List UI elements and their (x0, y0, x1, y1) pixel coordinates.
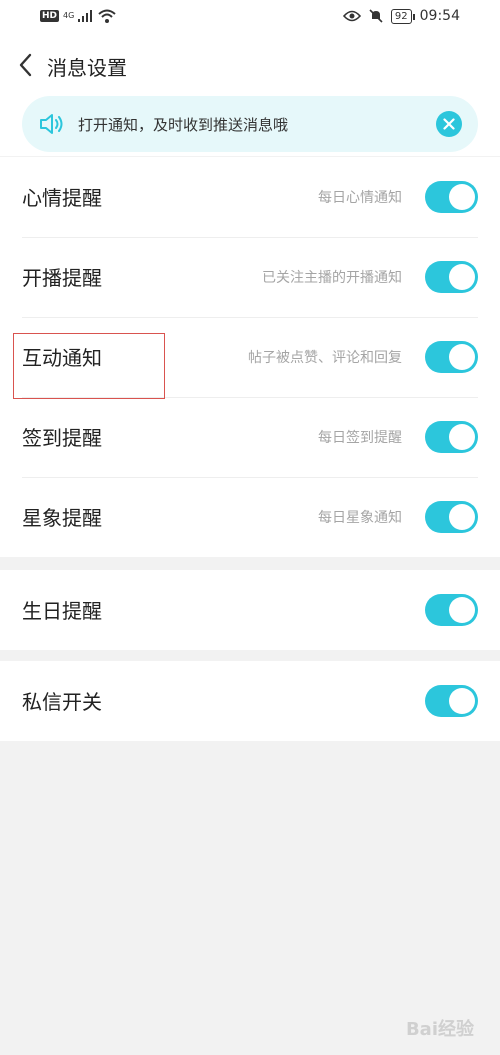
speaker-icon (40, 114, 63, 134)
setting-title: 签到提醒 (22, 426, 102, 450)
close-icon (443, 118, 455, 130)
setting-description: 每日签到提醒 (318, 430, 402, 446)
setting-description: 帖子被点赞、评论和回复 (248, 350, 402, 366)
setting-row-checkin[interactable]: 签到提醒 每日签到提醒 (0, 397, 500, 477)
watermark: Bai经验 (405, 1019, 474, 1040)
mute-bell-icon (369, 9, 383, 23)
status-bar: HD 4G 92 09:54 (0, 0, 500, 36)
setting-title: 开播提醒 (22, 266, 102, 290)
setting-title: 生日提醒 (22, 599, 102, 623)
horoscope-reminder-toggle[interactable] (425, 501, 478, 533)
setting-title: 星象提醒 (22, 506, 102, 530)
setting-row-mood[interactable]: 心情提醒 每日心情通知 (0, 157, 500, 237)
mood-reminder-toggle[interactable] (425, 181, 478, 213)
clock: 09:54 (419, 8, 460, 24)
checkin-reminder-toggle[interactable] (425, 421, 478, 453)
settings-group-2: 生日提醒 (0, 570, 500, 650)
toggle-knob (449, 424, 475, 450)
setting-row-birthday[interactable]: 生日提醒 (0, 570, 500, 650)
eye-icon (342, 10, 361, 22)
toggle-knob (449, 688, 475, 714)
page-title: 消息设置 (47, 56, 127, 80)
setting-description: 已关注主播的开播通知 (262, 270, 402, 286)
toggle-knob (449, 344, 475, 370)
hd-badge: HD (40, 10, 60, 22)
banner-container: 打开通知，及时收到推送消息哦 (0, 94, 500, 156)
interaction-notice-toggle[interactable] (425, 341, 478, 373)
setting-row-private-message[interactable]: 私信开关 (0, 661, 500, 741)
setting-title: 心情提醒 (22, 186, 102, 210)
toggle-knob (449, 597, 475, 623)
toggle-knob (449, 504, 475, 530)
signal-icon (78, 10, 93, 22)
toggle-knob (449, 184, 475, 210)
highlight-box (13, 333, 165, 399)
birthday-reminder-toggle[interactable] (425, 594, 478, 626)
wifi-icon (98, 9, 116, 23)
toggle-knob (449, 264, 475, 290)
settings-group-3: 私信开关 (0, 661, 500, 741)
banner-text: 打开通知，及时收到推送消息哦 (78, 116, 289, 134)
nav-header: 消息设置 (0, 36, 500, 94)
status-left: HD 4G (40, 9, 116, 23)
private-message-toggle[interactable] (425, 685, 478, 717)
back-arrow-icon[interactable] (14, 50, 40, 80)
setting-row-horoscope[interactable]: 星象提醒 每日星象通知 (0, 477, 500, 557)
setting-description: 每日心情通知 (318, 190, 402, 206)
network-type: 4G (63, 11, 75, 20)
battery-indicator: 92 (390, 8, 415, 24)
status-right: 92 09:54 (342, 8, 460, 24)
setting-title: 私信开关 (22, 690, 102, 714)
banner-close-button[interactable] (436, 111, 462, 137)
setting-row-live[interactable]: 开播提醒 已关注主播的开播通知 (0, 237, 500, 317)
live-reminder-toggle[interactable] (425, 261, 478, 293)
setting-description: 每日星象通知 (318, 510, 402, 526)
notification-banner[interactable]: 打开通知，及时收到推送消息哦 (22, 96, 478, 152)
